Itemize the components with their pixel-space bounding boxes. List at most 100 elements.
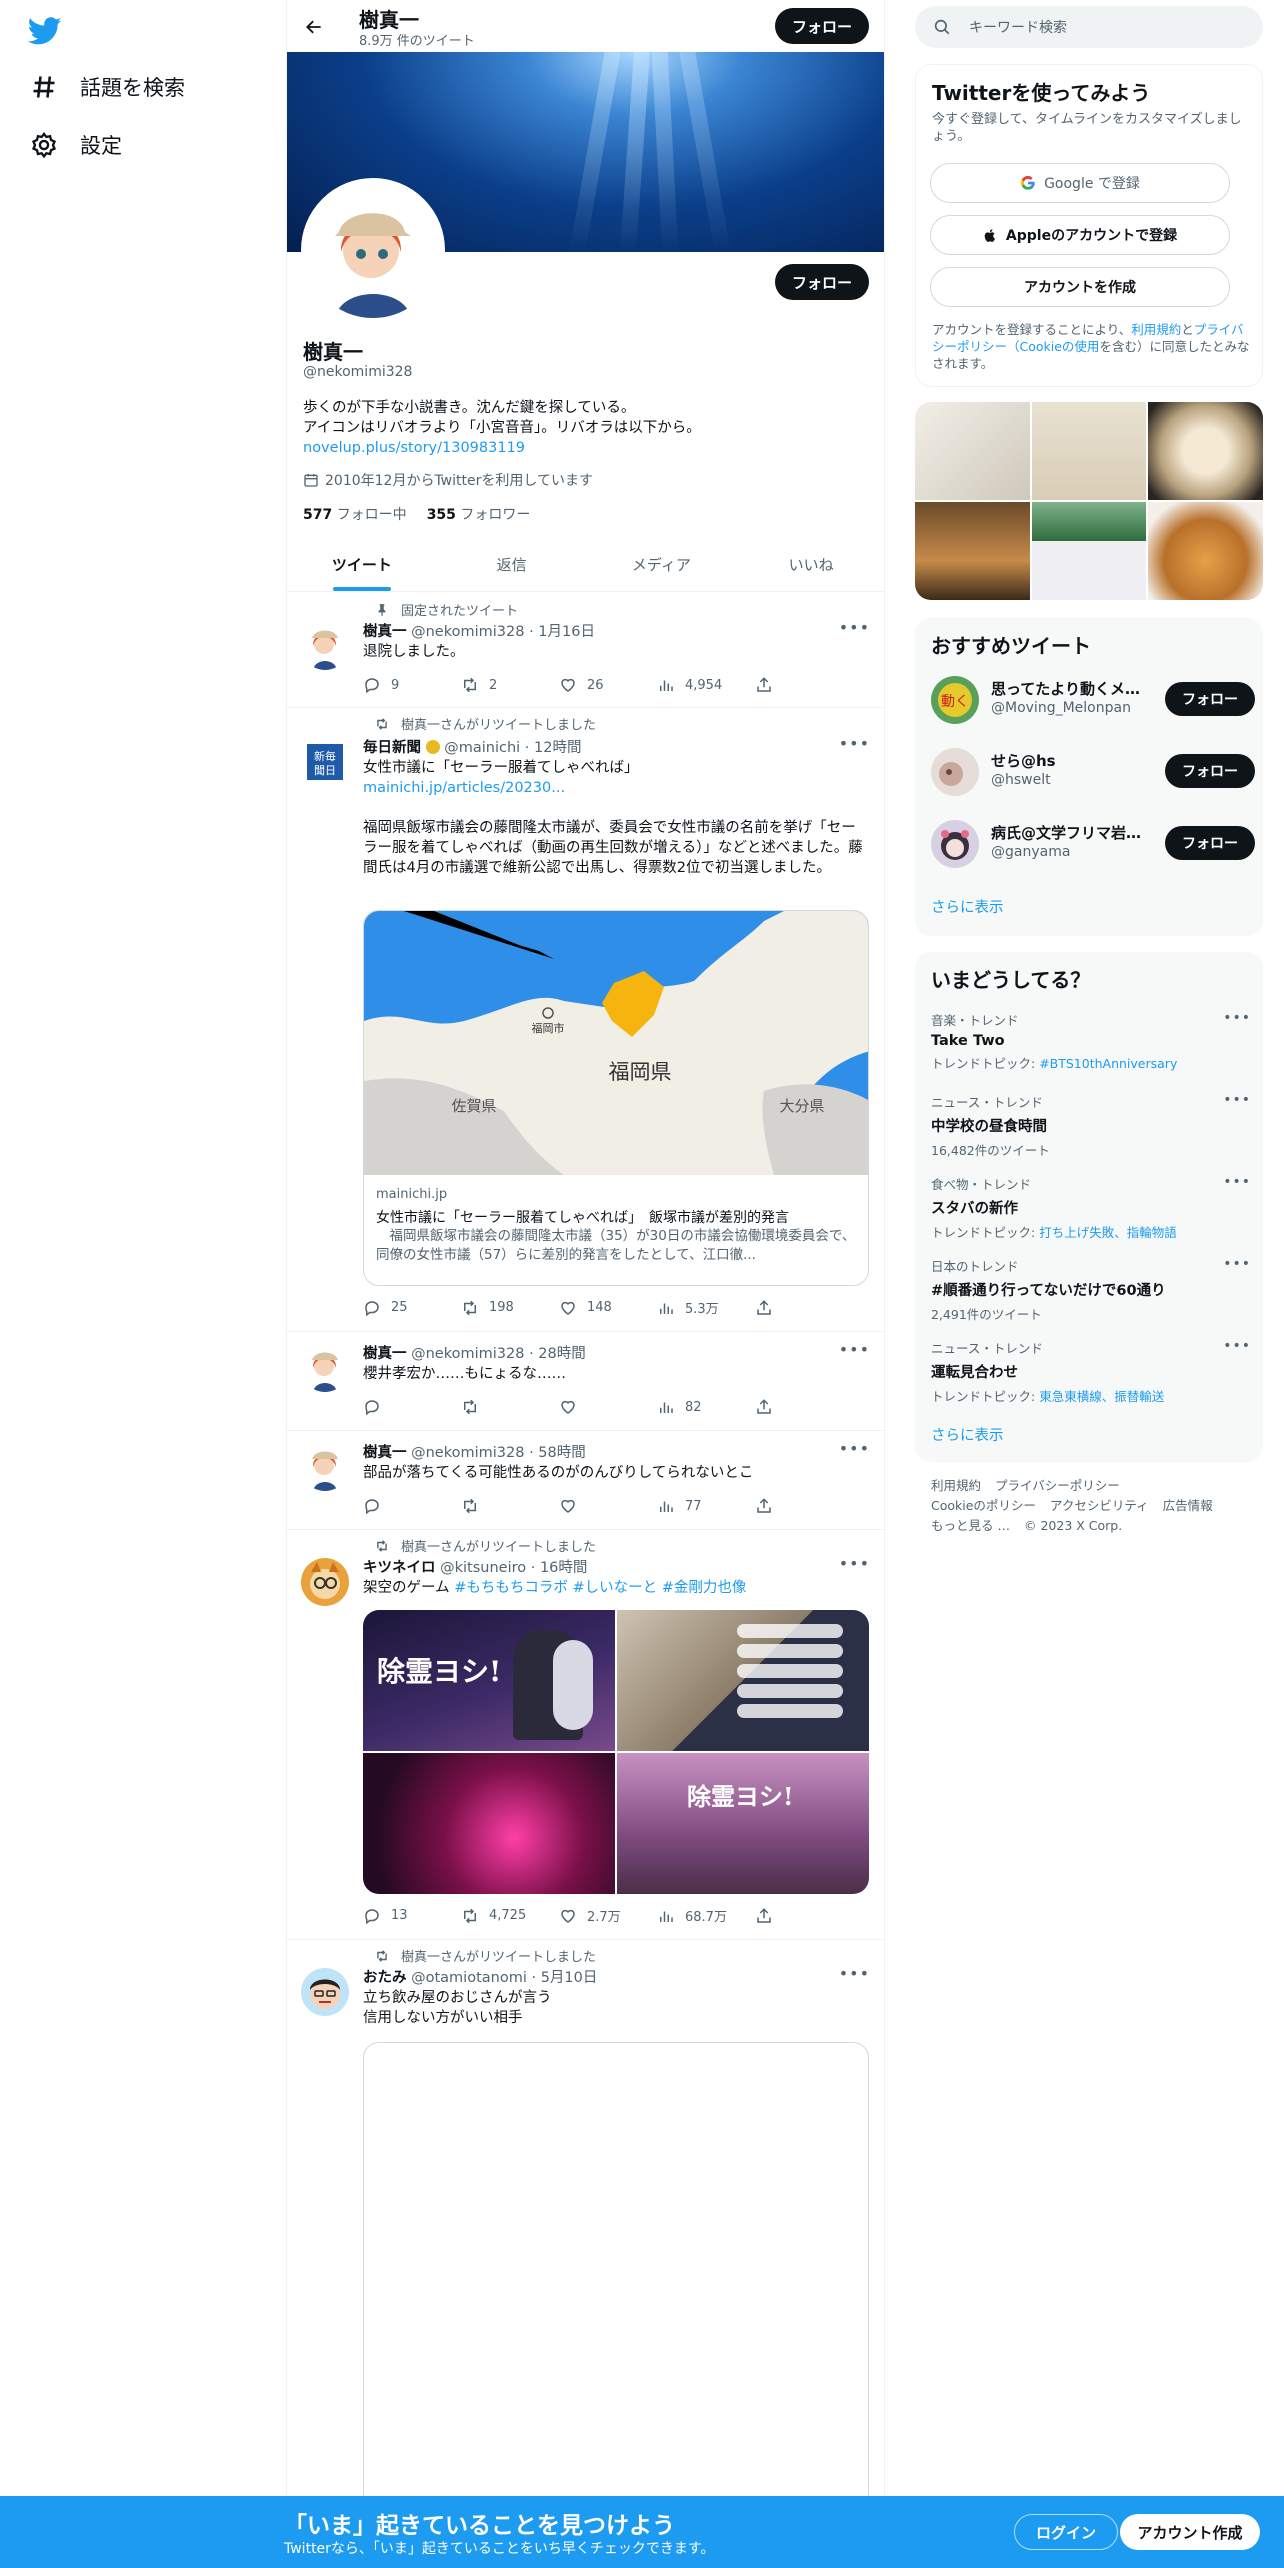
author-name[interactable]: キツネイロ: [363, 1560, 436, 1576]
tweet-avatar[interactable]: [301, 1558, 349, 1606]
tweet-item[interactable]: 樹真一 @nekomimi328 · 58時間 ••• 部品が落ちてくる可能性あ…: [287, 1431, 884, 1530]
gallery-image[interactable]: [915, 502, 1030, 600]
gallery-image[interactable]: [1148, 502, 1263, 600]
share-button[interactable]: [755, 676, 785, 694]
more-options-icon[interactable]: •••: [1223, 1010, 1251, 1026]
create-account-button[interactable]: アカウントを作成: [930, 267, 1230, 307]
trend-item[interactable]: 音楽・トレンド Take Two トレンドトピック: #BTS10thAnniv…: [931, 1010, 1251, 1072]
views-button[interactable]: 4,954: [657, 676, 755, 694]
media-image[interactable]: 除霊ヨシ!: [617, 1753, 869, 1894]
footer-link[interactable]: プライバシーポリシー: [995, 1478, 1120, 1493]
login-button[interactable]: ログイン: [1014, 2514, 1118, 2550]
views-button[interactable]: 68.7万: [657, 1906, 755, 1925]
author-name[interactable]: 樹真一: [363, 1346, 407, 1362]
bio-link[interactable]: novelup.plus/story/130983119: [303, 438, 863, 458]
author-name[interactable]: 樹真一: [363, 624, 407, 640]
share-button[interactable]: [755, 1298, 785, 1317]
author-name[interactable]: 毎日新聞: [363, 740, 421, 756]
footer-link[interactable]: Cookieのポリシー: [931, 1498, 1036, 1513]
like-button[interactable]: 26: [559, 676, 657, 694]
terms-link[interactable]: 利用規約: [1131, 322, 1181, 337]
share-button[interactable]: [755, 1398, 785, 1416]
more-options-icon[interactable]: •••: [1223, 1256, 1251, 1272]
trend-item[interactable]: ニュース・トレンド 運転見合わせ トレンドトピック: 東急東横線、振替輸送 ••…: [931, 1338, 1251, 1405]
nav-settings[interactable]: 設定: [30, 130, 122, 160]
more-options-icon[interactable]: •••: [839, 1554, 870, 1573]
nav-explore[interactable]: 話題を検索: [30, 72, 185, 102]
more-options-icon[interactable]: •••: [839, 1964, 870, 1983]
follow-button[interactable]: フォロー: [1165, 754, 1255, 788]
search-box[interactable]: キーワード検索: [915, 6, 1263, 48]
gallery-image[interactable]: [1148, 402, 1263, 500]
footer-link[interactable]: 広告情報: [1163, 1498, 1213, 1513]
share-button[interactable]: [755, 1906, 785, 1925]
trend-item[interactable]: 食べ物・トレンド スタバの新作 トレンドトピック: 打ち上げ失敗、指輪物語 ••…: [931, 1174, 1251, 1241]
reply-button[interactable]: 25: [363, 1298, 461, 1317]
recommended-account[interactable]: 病氏@文学フリマ岩… @ganyama フォロー: [931, 818, 1255, 872]
retweet-button[interactable]: 2: [461, 676, 559, 694]
show-more-link[interactable]: さらに表示: [931, 1424, 1004, 1445]
share-button[interactable]: [755, 1497, 785, 1515]
media-placeholder[interactable]: [363, 2042, 869, 2568]
more-options-icon[interactable]: •••: [839, 1439, 870, 1458]
hashtag-links[interactable]: #もちもちコラボ #しいなーと #金剛力也像: [454, 1580, 746, 1596]
tweet-item[interactable]: 固定されたツイート 樹真一 @nekomimi328 · 1月16日 ••• 退…: [287, 592, 884, 708]
apple-signup-button[interactable]: Appleのアカウントで登録: [930, 215, 1230, 255]
tweet-link[interactable]: mainichi.jp/articles/20230...: [363, 778, 869, 798]
tweet-avatar[interactable]: [301, 1968, 349, 2016]
trend-item[interactable]: 日本のトレンド #順番通り行ってないだけで60通り 2,491件のツイート ••…: [931, 1256, 1251, 1323]
following-stat[interactable]: 577 フォロー中: [303, 504, 407, 524]
like-button[interactable]: [559, 1497, 657, 1515]
like-button[interactable]: [559, 1398, 657, 1416]
tweet-item[interactable]: 樹真一さんがリツイートしました おたみ @otamiotanomi · 5月10…: [287, 1940, 884, 2568]
twitter-logo-icon[interactable]: [28, 14, 62, 48]
more-options-icon[interactable]: •••: [839, 1340, 870, 1359]
views-button[interactable]: 5.3万: [657, 1298, 755, 1317]
tab-replies[interactable]: 返信: [437, 538, 587, 591]
tweet-avatar[interactable]: [301, 1344, 349, 1392]
media-image[interactable]: [363, 1753, 615, 1894]
header-follow-button[interactable]: フォロー: [775, 8, 869, 44]
trend-topic-link[interactable]: #BTS10thAnniversary: [1039, 1056, 1177, 1071]
views-button[interactable]: 77: [657, 1497, 755, 1515]
tweet-item[interactable]: 樹真一さんがリツイートしました キツネイロ @kitsuneiro · 16時間…: [287, 1530, 884, 1940]
tweet-item[interactable]: 樹真一 @nekomimi328 · 28時間 ••• 櫻井孝宏か……もにょるな…: [287, 1332, 884, 1431]
profile-avatar[interactable]: [301, 178, 445, 322]
trend-item[interactable]: ニュース・トレンド 中学校の昼食時間 16,482件のツイート •••: [931, 1092, 1251, 1159]
tweet-avatar[interactable]: [301, 622, 349, 670]
footer-link[interactable]: アクセシビリティ: [1050, 1498, 1149, 1513]
like-button[interactable]: 148: [559, 1298, 657, 1317]
footer-link[interactable]: 利用規約: [931, 1478, 981, 1493]
tweet-avatar[interactable]: 新毎 聞日: [301, 738, 349, 786]
recommended-account[interactable]: せら@hs @hswelt フォロー: [931, 746, 1255, 800]
more-options-icon[interactable]: •••: [1223, 1338, 1251, 1354]
gallery-image[interactable]: [1031, 402, 1147, 500]
retweet-button[interactable]: 4,725: [461, 1906, 559, 1925]
link-card[interactable]: 福岡市 福岡県 佐賀県 大分県 mainichi.jp 女性市議に「セーラー服着…: [363, 910, 869, 1286]
trend-topic-link[interactable]: 打ち上げ失敗、指輪物語: [1039, 1225, 1177, 1240]
tab-tweets[interactable]: ツイート: [287, 538, 437, 591]
gallery-image[interactable]: [915, 402, 1030, 500]
retweet-button[interactable]: 198: [461, 1298, 559, 1317]
reply-button[interactable]: 9: [363, 676, 461, 694]
author-name[interactable]: 樹真一: [363, 1445, 407, 1461]
recommended-account[interactable]: 動く 思ってたより動くメ… @Moving_Melonpan フォロー: [931, 674, 1255, 728]
reply-button[interactable]: 13: [363, 1906, 461, 1925]
media-image[interactable]: 除霊ヨシ!: [363, 1610, 615, 1751]
tweet-item[interactable]: 樹真一さんがリツイートしました 新毎 聞日 毎日新聞 @mainichi · 12…: [287, 708, 884, 1332]
back-button[interactable]: [299, 12, 329, 42]
retweet-button[interactable]: [461, 1398, 559, 1416]
follow-button[interactable]: フォロー: [1165, 682, 1255, 716]
like-button[interactable]: 2.7万: [559, 1906, 657, 1925]
show-more-link[interactable]: さらに表示: [931, 896, 1004, 917]
gallery-image[interactable]: [1031, 502, 1147, 600]
retweet-button[interactable]: [461, 1497, 559, 1515]
google-signup-button[interactable]: Google で登録: [930, 163, 1230, 203]
tab-media[interactable]: メディア: [587, 538, 737, 591]
follow-button[interactable]: フォロー: [1165, 826, 1255, 860]
followers-stat[interactable]: 355 フォロワー: [427, 504, 531, 524]
more-options-icon[interactable]: •••: [1223, 1174, 1251, 1190]
tab-likes[interactable]: いいね: [736, 538, 884, 591]
more-options-icon[interactable]: •••: [839, 618, 870, 637]
media-image[interactable]: [617, 1610, 869, 1751]
